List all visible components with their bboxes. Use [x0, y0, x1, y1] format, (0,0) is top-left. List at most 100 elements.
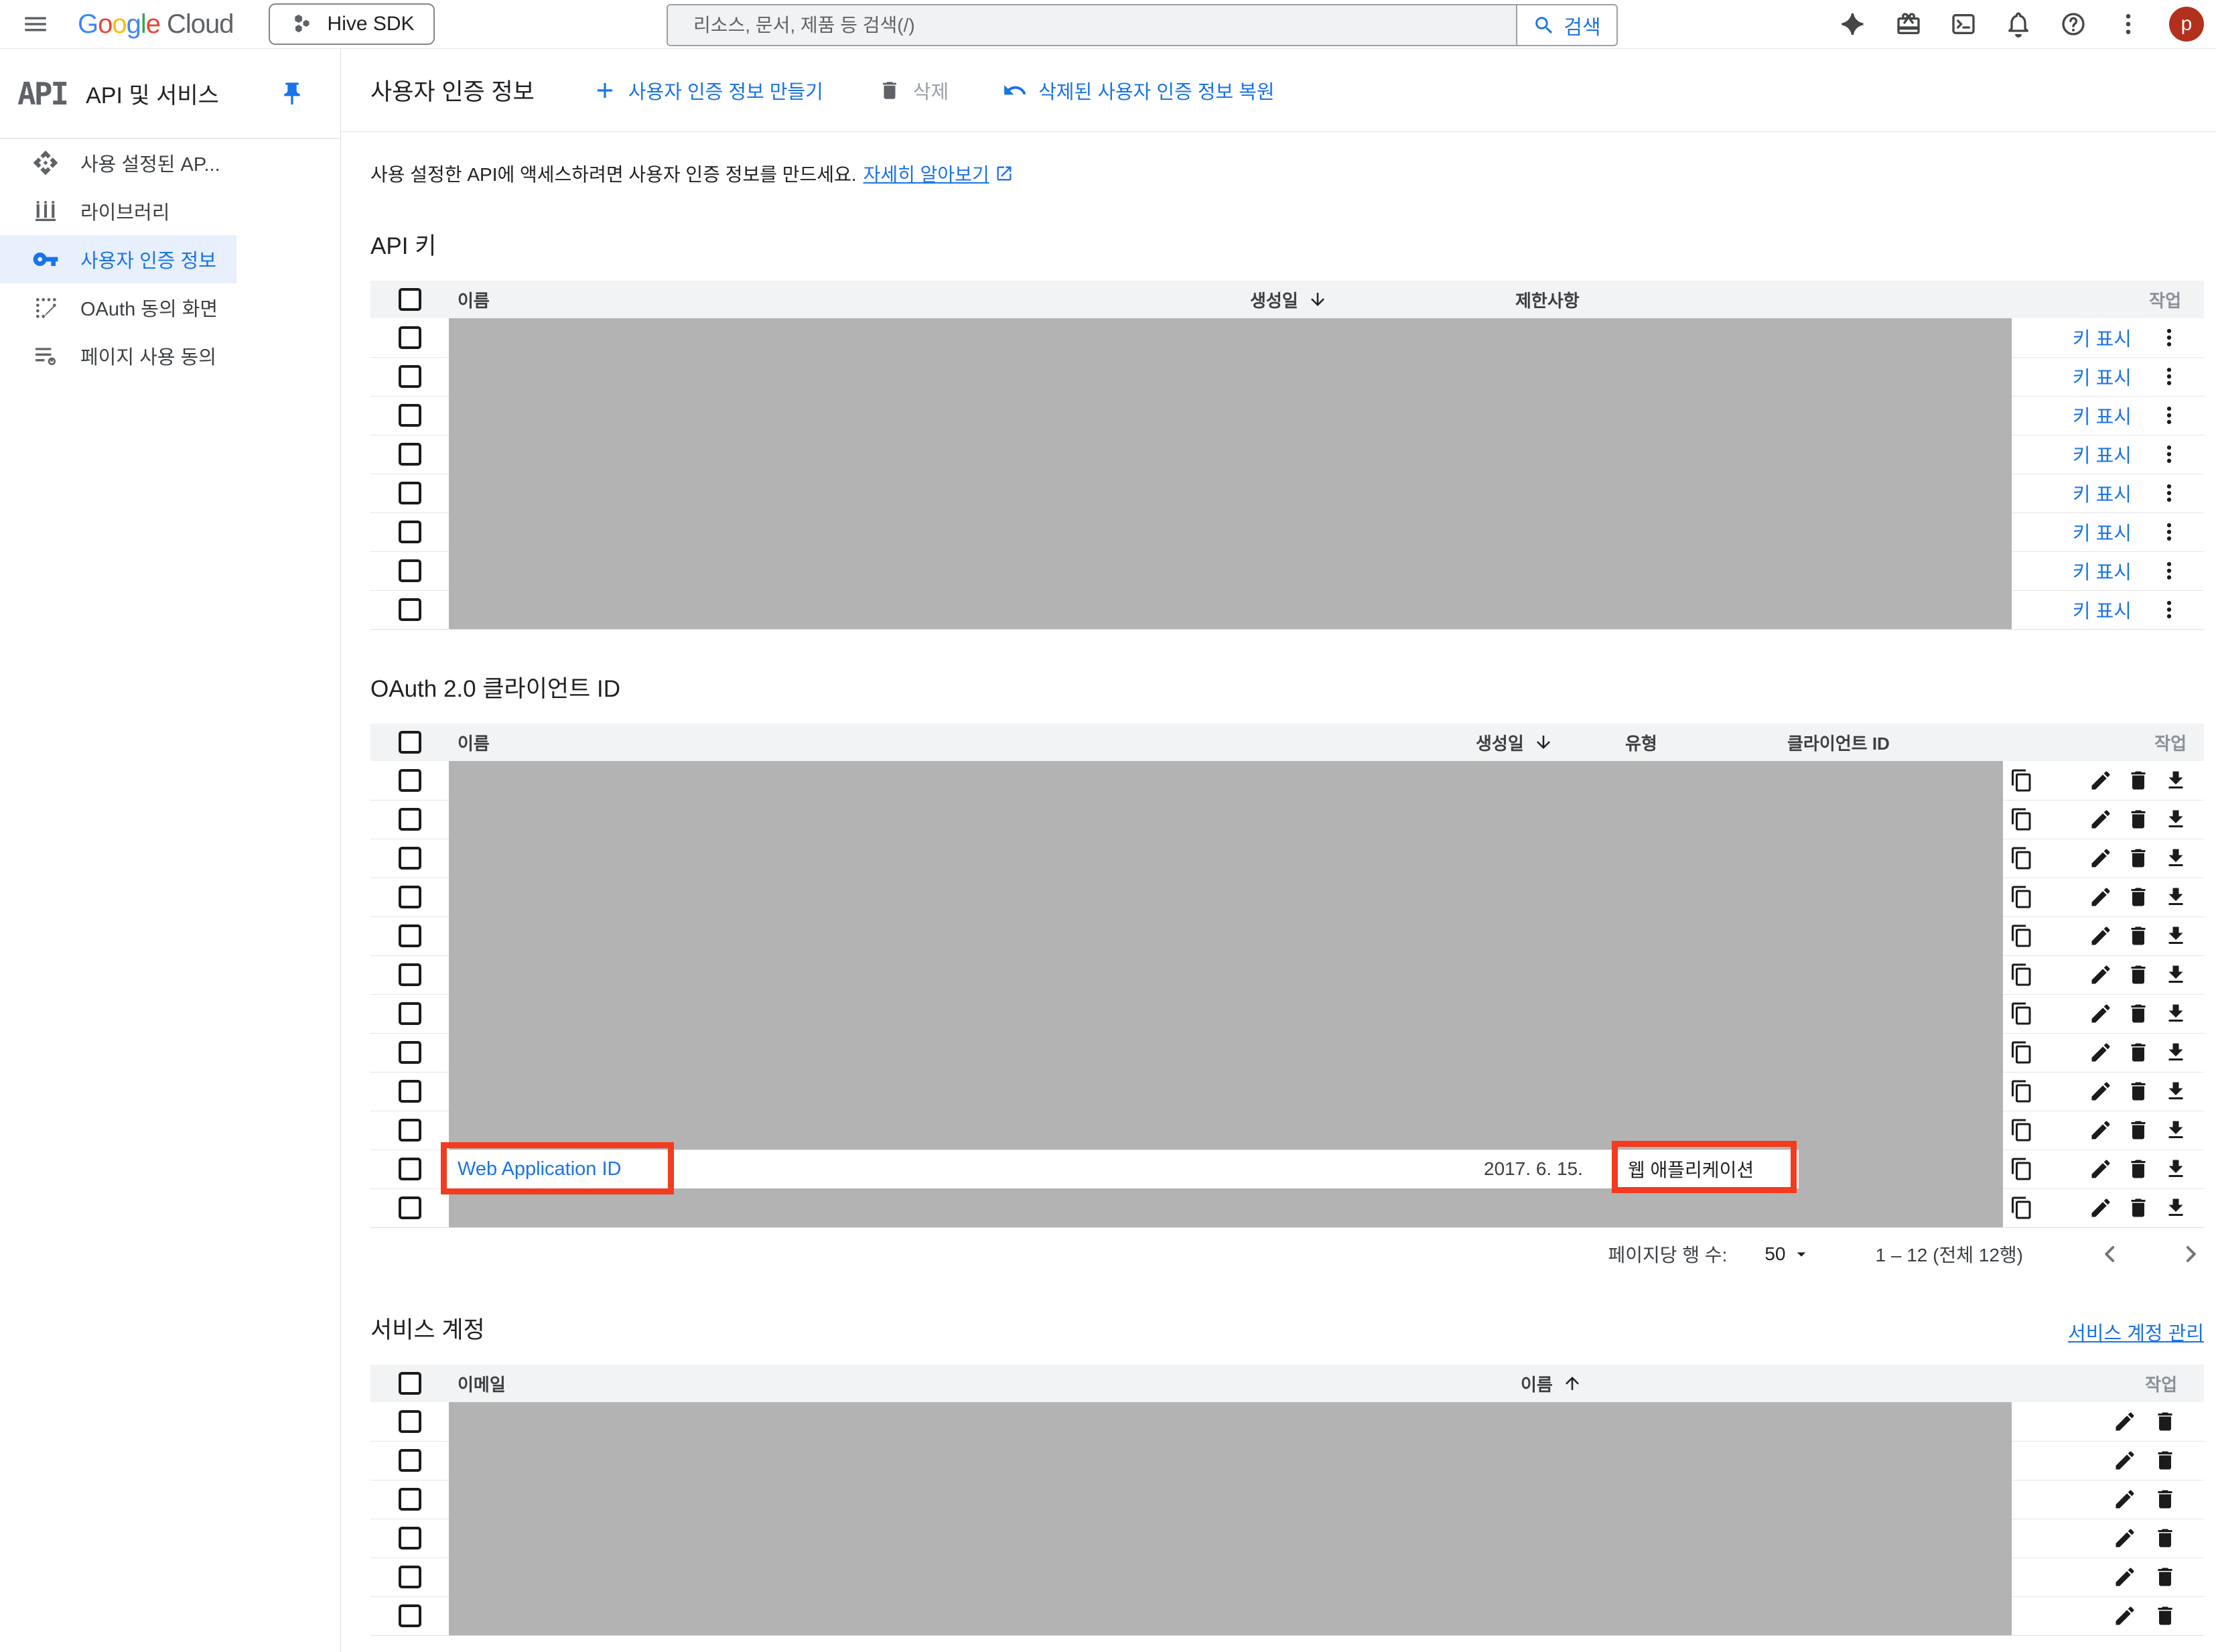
copy-icon[interactable]: [2010, 1079, 2034, 1103]
row-checkbox[interactable]: [370, 839, 449, 878]
column-header-email[interactable]: 이메일: [458, 1365, 506, 1402]
delete-icon[interactable]: [2126, 924, 2150, 948]
copy-icon[interactable]: [2010, 768, 2034, 793]
select-all-checkbox[interactable]: [370, 724, 449, 761]
show-key-link[interactable]: 키 표시: [2073, 401, 2132, 429]
show-key-link[interactable]: 키 표시: [2073, 324, 2132, 352]
row-checkbox[interactable]: [370, 916, 449, 955]
delete-icon[interactable]: [2126, 846, 2150, 870]
delete-icon[interactable]: [2126, 963, 2150, 987]
sidebar-item-oauth-consent[interactable]: OAuth 동의 화면: [0, 283, 236, 332]
delete-icon[interactable]: [2153, 1487, 2177, 1511]
row-checkbox[interactable]: [370, 1150, 449, 1188]
edit-icon[interactable]: [2113, 1604, 2137, 1628]
row-checkbox[interactable]: [370, 512, 449, 551]
delete-icon[interactable]: [2153, 1409, 2177, 1434]
edit-icon[interactable]: [2089, 1118, 2113, 1142]
show-key-link[interactable]: 키 표시: [2073, 479, 2132, 507]
cloud-shell-icon[interactable]: [1949, 10, 1978, 38]
delete-icon[interactable]: [2153, 1604, 2177, 1628]
copy-icon[interactable]: [2010, 846, 2034, 870]
search-button[interactable]: 검색: [1516, 5, 1616, 45]
row-checkbox[interactable]: [370, 590, 449, 629]
copy-icon[interactable]: [2010, 1040, 2034, 1064]
more-vertical-icon[interactable]: [2157, 364, 2181, 389]
edit-icon[interactable]: [2089, 963, 2113, 987]
row-checkbox[interactable]: [370, 1188, 449, 1227]
row-checkbox[interactable]: [370, 396, 449, 435]
gift-icon[interactable]: [1894, 10, 1923, 38]
edit-icon[interactable]: [2113, 1526, 2137, 1550]
pin-icon[interactable]: [279, 80, 305, 107]
edit-icon[interactable]: [2113, 1409, 2137, 1434]
column-header-name[interactable]: 이름: [458, 724, 490, 761]
row-checkbox[interactable]: [370, 1558, 449, 1596]
edit-icon[interactable]: [2089, 885, 2113, 909]
edit-icon[interactable]: [2089, 1196, 2113, 1220]
more-vertical-icon[interactable]: [2157, 481, 2181, 505]
download-icon[interactable]: [2164, 1118, 2188, 1142]
row-checkbox[interactable]: [370, 761, 449, 800]
row-checkbox[interactable]: [370, 551, 449, 590]
row-checkbox[interactable]: [370, 318, 449, 357]
delete-icon[interactable]: [2126, 1118, 2150, 1142]
copy-icon[interactable]: [2010, 1002, 2034, 1026]
show-key-link[interactable]: 키 표시: [2073, 557, 2132, 585]
more-vertical-icon[interactable]: [2157, 559, 2181, 583]
column-header-client-id[interactable]: 클라이언트 ID: [1787, 724, 1890, 761]
search-input[interactable]: [668, 5, 1516, 45]
row-checkbox[interactable]: [370, 1441, 449, 1480]
more-vertical-icon[interactable]: [2157, 326, 2181, 350]
sidebar-item-library[interactable]: 라이브러리: [0, 187, 236, 235]
download-icon[interactable]: [2164, 885, 2188, 909]
delete-icon[interactable]: [2126, 1157, 2150, 1181]
more-vertical-icon[interactable]: [2114, 10, 2142, 38]
next-page-button[interactable]: [2177, 1241, 2204, 1267]
show-key-link[interactable]: 키 표시: [2073, 596, 2132, 624]
copy-icon[interactable]: [2010, 924, 2034, 948]
copy-icon[interactable]: [2010, 1196, 2034, 1220]
delete-icon[interactable]: [2126, 1002, 2150, 1026]
project-selector[interactable]: Hive SDK: [268, 3, 435, 45]
edit-icon[interactable]: [2113, 1487, 2137, 1511]
delete-icon[interactable]: [2153, 1526, 2177, 1550]
download-icon[interactable]: [2164, 1002, 2188, 1026]
sidebar-item-enabled-apis[interactable]: 사용 설정된 AP...: [0, 139, 236, 187]
column-header-name[interactable]: 이름: [1521, 1365, 1582, 1402]
more-vertical-icon[interactable]: [2157, 403, 2181, 427]
show-key-link[interactable]: 키 표시: [2073, 518, 2132, 546]
download-icon[interactable]: [2164, 924, 2188, 948]
delete-icon[interactable]: [2153, 1565, 2177, 1589]
download-icon[interactable]: [2164, 1196, 2188, 1220]
manage-service-accounts-link[interactable]: 서비스 계정 관리: [2068, 1318, 2204, 1346]
download-icon[interactable]: [2164, 807, 2188, 831]
previous-page-button[interactable]: [2097, 1241, 2124, 1267]
row-checkbox[interactable]: [370, 474, 449, 512]
help-icon[interactable]: [2059, 10, 2087, 38]
download-icon[interactable]: [2164, 1040, 2188, 1064]
copy-icon[interactable]: [2010, 1157, 2034, 1181]
download-icon[interactable]: [2164, 1079, 2188, 1103]
edit-icon[interactable]: [2089, 1157, 2113, 1181]
hamburger-menu-icon[interactable]: [20, 9, 51, 40]
sidebar-item-page-consent[interactable]: 페이지 사용 동의: [0, 332, 236, 380]
more-vertical-icon[interactable]: [2157, 442, 2181, 466]
edit-icon[interactable]: [2113, 1448, 2137, 1472]
edit-icon[interactable]: [2089, 846, 2113, 870]
delete-icon[interactable]: [2126, 1196, 2150, 1220]
learn-more-link[interactable]: 자세히 알아보기: [863, 160, 1014, 187]
row-checkbox[interactable]: [370, 1072, 449, 1111]
delete-button[interactable]: 삭제: [877, 76, 949, 105]
edit-icon[interactable]: [2089, 924, 2113, 948]
notifications-bell-icon[interactable]: [2004, 10, 2032, 38]
delete-icon[interactable]: [2126, 1040, 2150, 1064]
select-all-checkbox[interactable]: [370, 1365, 449, 1402]
edit-icon[interactable]: [2089, 807, 2113, 831]
edit-icon[interactable]: [2089, 768, 2113, 793]
edit-icon[interactable]: [2089, 1002, 2113, 1026]
delete-icon[interactable]: [2126, 1079, 2150, 1103]
show-key-link[interactable]: 키 표시: [2073, 440, 2132, 468]
edit-icon[interactable]: [2089, 1079, 2113, 1103]
row-checkbox[interactable]: [370, 1402, 449, 1441]
column-header-type[interactable]: 유형: [1625, 724, 1657, 761]
